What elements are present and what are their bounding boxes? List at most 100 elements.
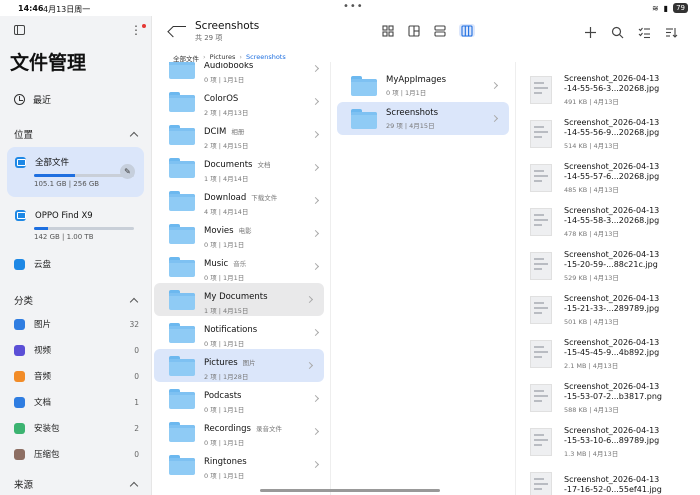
location-section-header[interactable]: 位置 (0, 123, 151, 145)
file-meta: 529 KB | 4月13日 (564, 274, 619, 282)
grid-view-icon[interactable] (381, 24, 395, 37)
folder-row[interactable]: Ringtones 0 项 | 1月1日 (153, 448, 330, 481)
file-row[interactable]: Screenshot_2026-04-13 -14-55-58-3...20268… (516, 200, 700, 244)
file-name-line1: Screenshot_2026-04-13 (564, 382, 660, 391)
section-title: 位置 (14, 130, 34, 141)
file-row[interactable]: Screenshot_2026-04-13 -14-55-57-6...20268… (516, 156, 700, 200)
home-indicator[interactable] (260, 489, 440, 492)
folder-row[interactable]: Podcasts 0 项 | 1月1日 (153, 382, 330, 415)
category-item[interactable]: 安装包 2 (0, 415, 151, 441)
file-name-line2: -15-53-10-6...89789.jpg (564, 436, 660, 445)
file-row[interactable]: Screenshot_2026-04-13 -15-53-10-6...89789… (516, 420, 700, 464)
column-view-icon[interactable] (459, 24, 475, 37)
folder-row[interactable]: Movies 电影 0 项 | 1月1日 (153, 217, 330, 250)
file-meta: 491 KB | 4月13日 (564, 98, 619, 106)
add-icon[interactable] (584, 24, 597, 38)
file-row[interactable]: Screenshot_2026-04-13 -15-21-33-...289789… (516, 288, 700, 332)
folder-row[interactable]: Pictures 图片 2 项 | 1月28日 (154, 349, 324, 382)
folder-meta: 1 项 | 4月14日 (204, 175, 249, 183)
sort-icon[interactable] (665, 24, 678, 38)
folder-icon (169, 91, 195, 112)
folder-name: Documents (204, 160, 253, 170)
category-item[interactable]: 图片 32 (0, 311, 151, 337)
file-name-line1: Screenshot_2026-04-13 (564, 475, 660, 484)
item-count: 共 29 项 (195, 34, 223, 42)
folder-row[interactable]: Music 音乐 0 项 | 1月1日 (153, 250, 330, 283)
storage-all-files[interactable]: 全部文件 105.1 GB | 256 GB ✎ (7, 147, 144, 197)
sidebar-item-cloud[interactable]: 云盘 (0, 253, 151, 275)
category-icon (14, 448, 25, 460)
image-thumbnail (530, 252, 552, 280)
toolbar-actions (584, 24, 678, 39)
folder-meta: 0 项 | 1月1日 (204, 406, 245, 414)
chevron-up-icon[interactable] (129, 297, 139, 306)
sidebar: ⋮ 文件管理 最近 位置 全部文件 105.1 GB | 256 GB ✎ OP… (0, 16, 152, 495)
folder-row[interactable]: Recordings 录音文件 0 项 | 1月1日 (153, 415, 330, 448)
clean-storage-icon[interactable]: ✎ (120, 164, 135, 179)
chevron-up-icon[interactable] (129, 481, 139, 490)
folder-name: MyAppImages (386, 74, 447, 85)
folder-icon (351, 108, 377, 129)
file-row[interactable]: Screenshot_2026-04-13 -14-55-56-9...20268… (516, 112, 700, 156)
file-row[interactable]: Screenshot_2026-04-13 -15-53-07-2...b3817… (516, 376, 700, 420)
folder-row[interactable]: Notifications 0 项 | 1月1日 (153, 316, 330, 349)
category-item[interactable]: 音频 0 (0, 363, 151, 389)
list-view-icon[interactable] (433, 24, 447, 37)
folder-row[interactable]: Documents 文档 1 项 | 4月14日 (153, 151, 330, 184)
file-row[interactable]: Screenshot_2026-04-13 -14-55-56-3...20268… (516, 68, 700, 112)
multitask-dots-icon[interactable]: ••• (343, 1, 364, 12)
image-thumbnail (530, 428, 552, 456)
file-row[interactable]: Screenshot_2026-04-13 -17-16-52-0...55ef4… (516, 464, 700, 495)
category-label: 音频 (34, 372, 52, 382)
split-view-icon[interactable] (407, 24, 421, 37)
category-section-header[interactable]: 分类 (0, 289, 151, 311)
sidebar-toggle-icon[interactable] (14, 25, 25, 35)
file-name-line2: -14-55-57-6...20268.jpg (564, 172, 660, 181)
status-bar: 14:46 4月13日周一 ••• ≋ ▮ 79 (0, 0, 700, 16)
category-list: 图片 32 视频 0 音频 0 文档 1 安装包 2 压缩包 0 (0, 311, 151, 467)
folder-row[interactable]: ColorOS 2 项 | 4月13日 (153, 85, 330, 118)
file-row[interactable]: Screenshot_2026-04-13 -15-20-59-...88c21c… (516, 244, 700, 288)
source-section-header[interactable]: 来源 (0, 473, 151, 495)
back-arrow-icon[interactable] (173, 26, 186, 28)
folder-meta: 0 项 | 1月1日 (204, 274, 245, 282)
image-thumbnail (530, 340, 552, 368)
folder-meta: 2 项 | 4月13日 (204, 109, 249, 117)
sidebar-item-recent[interactable]: 最近 (0, 89, 151, 109)
multi-select-icon[interactable] (638, 24, 651, 39)
category-label: 图片 (34, 320, 52, 330)
search-icon[interactable] (611, 24, 624, 39)
folder-meta: 0 项 | 1月1日 (204, 340, 245, 348)
storage-device[interactable]: OPPO Find X9 142 GB | 1.00 TB (7, 201, 144, 251)
folder-name: Audiobooks (204, 62, 254, 71)
file-meta: 2.1 MB | 4月13日 (564, 362, 619, 370)
folder-icon (169, 223, 195, 244)
clock-icon (14, 93, 25, 105)
folder-row[interactable]: DCIM 相册 2 项 | 4月15日 (153, 118, 330, 151)
folder-row[interactable]: Audiobooks 0 项 | 1月1日 (153, 62, 330, 85)
file-name-line2: -14-55-56-3...20268.jpg (564, 84, 660, 93)
storage-progress (34, 174, 134, 177)
category-item[interactable]: 文档 1 (0, 389, 151, 415)
chevron-up-icon[interactable] (129, 131, 139, 140)
folder-name: My Documents (204, 292, 268, 302)
file-name-line1: Screenshot_2026-04-13 (564, 250, 660, 259)
category-count: 0 (134, 449, 139, 459)
folder-icon (169, 421, 195, 442)
file-row[interactable]: Screenshot_2026-04-13 -15-45-45-9...4b892… (516, 332, 700, 376)
folder-row[interactable]: My Documents 1 项 | 4月15日 (154, 283, 324, 316)
file-name-line2: -14-55-56-9...20268.jpg (564, 128, 660, 137)
folder-name: DCIM (204, 127, 227, 137)
more-menu-icon[interactable]: ⋮ (130, 23, 146, 37)
category-item[interactable]: 压缩包 0 (0, 441, 151, 467)
category-item[interactable]: 视频 0 (0, 337, 151, 363)
folder-icon (169, 388, 195, 409)
sidebar-item-label: 云盘 (34, 260, 52, 270)
folder-icon (169, 157, 195, 178)
folder-row[interactable]: Download 下载文件 4 项 | 4月14日 (153, 184, 330, 217)
category-count: 0 (134, 345, 139, 355)
file-meta: 1.3 MB | 4月13日 (564, 450, 619, 458)
folder-row[interactable]: Screenshots 29 项 | 4月15日 (337, 102, 509, 135)
folder-icon (169, 62, 195, 79)
folder-row[interactable]: MyAppImages 0 项 | 1月1日 (337, 69, 509, 102)
